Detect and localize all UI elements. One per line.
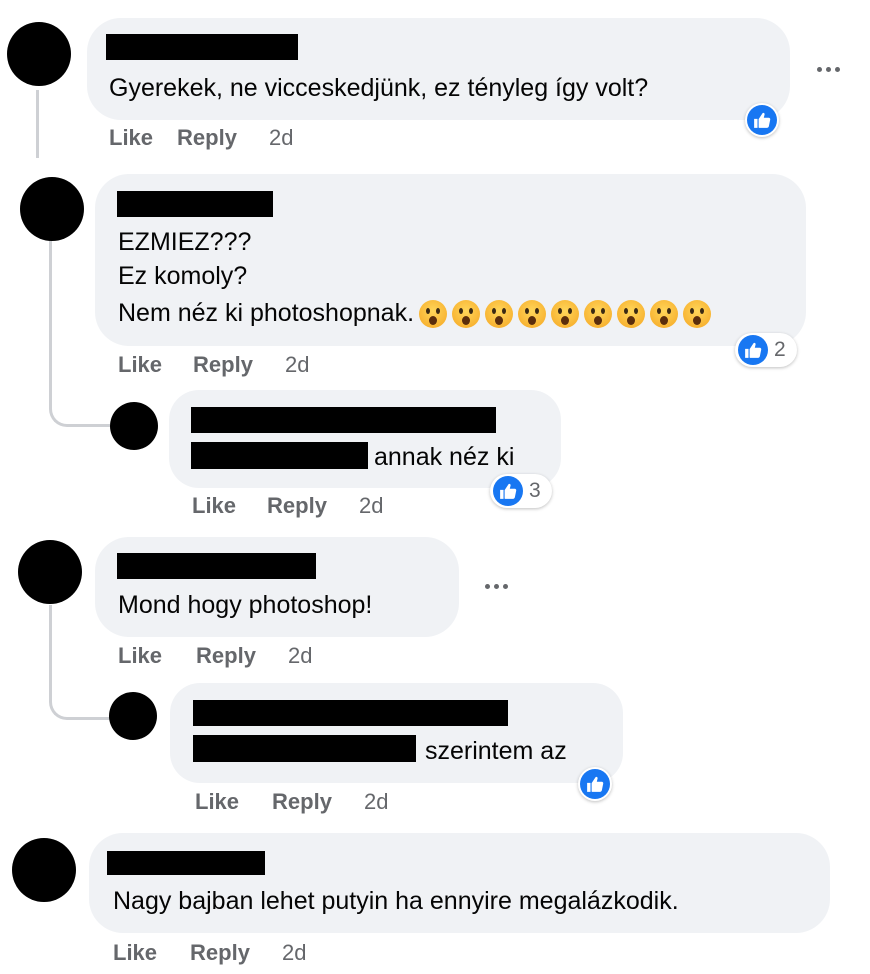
like-thumb-icon: [747, 105, 777, 135]
redacted-author-name: [191, 407, 496, 433]
comment-actions: Like Reply 2d: [118, 352, 309, 378]
avatar[interactable]: [20, 177, 84, 241]
redacted-author-name: [193, 700, 508, 726]
comment-actions: Like Reply 2d: [195, 789, 388, 815]
hushed-face-emoji: [485, 300, 514, 329]
reaction-count: 2: [774, 338, 786, 361]
reply-button[interactable]: Reply: [193, 352, 253, 378]
hushed-face-emoji: [419, 300, 448, 329]
comment-text: Nem néz ki photoshopnak.: [118, 296, 712, 330]
reaction-summary[interactable]: [578, 767, 612, 801]
thread-line: [36, 90, 39, 158]
comment-text: Ez komoly?: [118, 262, 248, 290]
reaction-summary[interactable]: 2: [735, 333, 797, 367]
comment-actions: Like Reply 2d: [113, 940, 306, 966]
reaction-summary[interactable]: 3: [490, 474, 552, 508]
comment-actions: Like Reply 2d: [192, 493, 383, 519]
redacted-author-name: [117, 553, 316, 579]
redacted-author-name: [106, 34, 298, 60]
comment-bubble: Nagy bajban lehet putyin ha ennyire mega…: [89, 833, 830, 933]
comment-text: annak néz ki: [374, 443, 515, 471]
like-button[interactable]: Like: [109, 125, 153, 151]
hushed-face-emoji: [518, 300, 547, 329]
comment-bubble: Gyerekek, ne vicceskedjünk, ez tényleg í…: [87, 18, 790, 120]
comment-bubble: EZMIEZ??? Ez komoly? Nem néz ki photosho…: [95, 174, 806, 346]
avatar[interactable]: [18, 540, 82, 604]
reply-button[interactable]: Reply: [272, 789, 332, 815]
more-options-icon[interactable]: [817, 67, 840, 72]
avatar[interactable]: [109, 692, 157, 740]
hushed-face-emoji: [551, 300, 580, 329]
hushed-face-emoji: [683, 300, 712, 329]
timestamp[interactable]: 2d: [282, 940, 306, 966]
avatar[interactable]: [110, 402, 158, 450]
timestamp[interactable]: 2d: [285, 352, 309, 378]
reply-button[interactable]: Reply: [267, 493, 327, 519]
comment-actions: Like Reply 2d: [109, 125, 293, 151]
like-thumb-icon: [580, 769, 610, 799]
avatar[interactable]: [12, 838, 76, 902]
reply-button[interactable]: Reply: [196, 643, 256, 669]
like-button[interactable]: Like: [113, 940, 157, 966]
comment-actions: Like Reply 2d: [118, 643, 312, 669]
comment-bubble: szerintem az: [170, 683, 623, 783]
comment-text: Mond hogy photoshop!: [118, 591, 373, 619]
reaction-summary[interactable]: [745, 103, 779, 137]
reaction-count: 3: [529, 479, 541, 502]
comment-text: EZMIEZ???: [118, 228, 252, 256]
like-button[interactable]: Like: [118, 643, 162, 669]
hushed-face-emoji-row: [414, 299, 712, 329]
hushed-face-emoji: [617, 300, 646, 329]
like-button[interactable]: Like: [118, 352, 162, 378]
like-button[interactable]: Like: [192, 493, 236, 519]
like-thumb-icon: [738, 335, 768, 365]
more-options-icon[interactable]: [485, 584, 508, 589]
comment-text: Gyerekek, ne vicceskedjünk, ez tényleg í…: [109, 74, 649, 102]
timestamp[interactable]: 2d: [288, 643, 312, 669]
like-button[interactable]: Like: [195, 789, 239, 815]
timestamp[interactable]: 2d: [359, 493, 383, 519]
comment-bubble: Mond hogy photoshop!: [95, 537, 459, 637]
hushed-face-emoji: [452, 300, 481, 329]
comment-bubble: annak néz ki: [169, 390, 561, 488]
reply-button[interactable]: Reply: [177, 125, 237, 151]
like-thumb-icon: [493, 476, 523, 506]
timestamp[interactable]: 2d: [269, 125, 293, 151]
avatar[interactable]: [7, 22, 71, 86]
reply-button[interactable]: Reply: [190, 940, 250, 966]
timestamp[interactable]: 2d: [364, 789, 388, 815]
comment-text-line: Nem néz ki photoshopnak.: [118, 299, 415, 327]
comment-text: Nagy bajban lehet putyin ha ennyire mega…: [113, 887, 679, 915]
redacted-author-name: [107, 851, 265, 875]
hushed-face-emoji: [650, 300, 679, 329]
redacted-author-name: [117, 191, 273, 217]
hushed-face-emoji: [584, 300, 613, 329]
comment-text: szerintem az: [425, 737, 567, 765]
redacted-mention: [193, 735, 416, 762]
redacted-mention: [191, 442, 368, 469]
